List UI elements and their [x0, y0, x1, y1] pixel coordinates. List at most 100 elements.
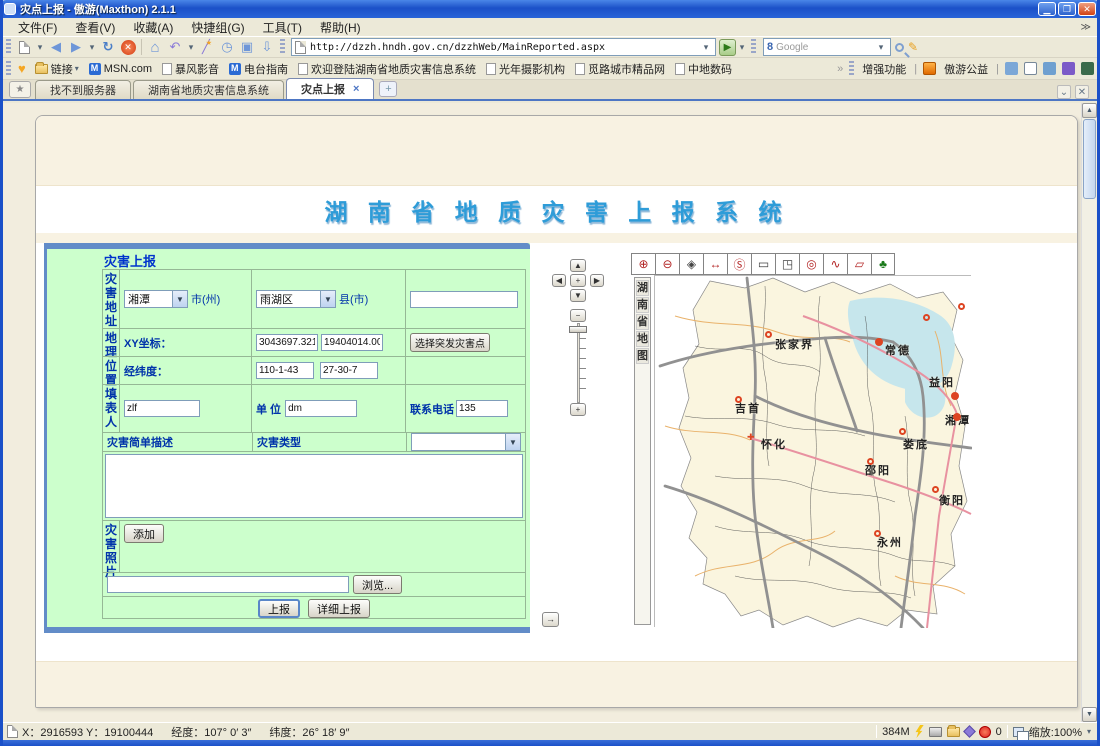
refresh-button[interactable]: ↻: [99, 38, 117, 56]
pan-down-button[interactable]: ▼: [570, 289, 586, 302]
new-page-dropdown[interactable]: ▾: [35, 38, 45, 56]
search-icon[interactable]: [895, 43, 904, 52]
zoom-box-tool[interactable]: ◎: [799, 253, 823, 275]
page-scrollbar[interactable]: ▲ ▼: [1081, 103, 1096, 722]
menu-item[interactable]: 帮助(H): [311, 18, 370, 37]
browser-tab[interactable]: 找不到服务器: [35, 80, 131, 99]
plugins-grip[interactable]: [849, 61, 854, 77]
bookmark-item[interactable]: 觅路城市精品网: [570, 60, 670, 78]
map-layer-strip[interactable]: 湖南省地图: [634, 277, 651, 625]
add-photo-button[interactable]: 添加: [124, 524, 164, 543]
county-select[interactable]: 雨湖区 ▼: [256, 290, 336, 308]
tab-list-icon[interactable]: ⌄: [1057, 85, 1071, 99]
zoom-dropdown-icon[interactable]: ▾: [1087, 727, 1091, 736]
go-button[interactable]: ▶: [719, 39, 736, 56]
zoom-out-tool[interactable]: ⊖: [655, 253, 679, 275]
history-dropdown[interactable]: ▾: [87, 38, 97, 56]
measure-tool[interactable]: ↔: [703, 253, 727, 275]
new-page-button[interactable]: [15, 38, 33, 56]
menu-item[interactable]: 快捷组(G): [182, 18, 253, 37]
hunan-map[interactable]: 张家界常德益阳吉首怀化娄底邵阳衡阳湘潭永州: [654, 275, 971, 627]
downloads-folder-icon[interactable]: [947, 727, 960, 737]
enhance-menu[interactable]: 增强功能: [857, 60, 911, 78]
zoom-in-tool[interactable]: ⊕: [631, 253, 655, 275]
toolbar-grip2[interactable]: [280, 39, 285, 55]
capture-button[interactable]: ▣: [238, 38, 256, 56]
draw-line-tool[interactable]: ∿: [823, 253, 847, 275]
scroll-down-icon[interactable]: ▼: [1082, 707, 1097, 722]
menu-overflow-chevron[interactable]: ≫: [1081, 22, 1097, 33]
toolbar-grip[interactable]: [6, 39, 11, 55]
printer-icon[interactable]: [929, 727, 942, 737]
tab-close-icon[interactable]: ×: [353, 83, 359, 95]
bookmark-item[interactable]: 电台指南: [224, 60, 293, 78]
charity-icon[interactable]: [923, 62, 936, 75]
pan-left-button[interactable]: ◀: [552, 274, 566, 287]
boost-icon[interactable]: [915, 725, 924, 738]
restore-button[interactable]: ❐: [1058, 2, 1076, 16]
detail-submit-button[interactable]: 详细上报: [308, 599, 370, 618]
bookmark-item[interactable]: 光年摄影机构: [481, 60, 570, 78]
address-detail-input[interactable]: [410, 291, 518, 308]
highlight-icon[interactable]: ✎: [908, 40, 918, 54]
description-textarea[interactable]: [105, 454, 523, 518]
toolbar-grip3[interactable]: [751, 39, 756, 55]
scrollbar-thumb[interactable]: [1083, 119, 1096, 199]
file-path-input[interactable]: [107, 576, 349, 593]
menu-item[interactable]: 收藏(A): [124, 18, 182, 37]
plugin-icon[interactable]: [963, 725, 976, 738]
pan-right-button[interactable]: ▶: [590, 274, 604, 287]
page-resize-icon[interactable]: [1013, 727, 1024, 737]
unselect-rect-tool[interactable]: ◳: [775, 253, 799, 275]
eagle-eye-tool[interactable]: ◈: [679, 253, 703, 275]
y-coordinate-input[interactable]: [321, 334, 383, 351]
magic-fill-button[interactable]: ╱★: [198, 38, 216, 56]
download-button[interactable]: ⇩: [258, 38, 276, 56]
search-box[interactable]: 8 Google ▾: [763, 38, 891, 56]
scroll-up-icon[interactable]: ▲: [1082, 103, 1097, 118]
history-clock-button[interactable]: ◷: [218, 38, 236, 56]
browser-tab[interactable]: 灾点上报 ×: [286, 78, 374, 99]
zoom-slider-track[interactable]: [577, 323, 580, 403]
links-folder[interactable]: 链接 ▾: [30, 60, 84, 78]
zoom-out-step-button[interactable]: −: [570, 309, 586, 322]
pan-center-button[interactable]: +: [570, 274, 586, 287]
address-bar[interactable]: http://dzzh.hndh.gov.cn/dzzhWeb/MainRepo…: [291, 38, 716, 56]
menu-item[interactable]: 查看(V): [66, 18, 124, 37]
bookmark-item[interactable]: 中地数码: [670, 60, 737, 78]
title-bar[interactable]: 灾点上报 - 傲游(Maxthon) 2.1.1 ▁ ❐ ✕: [0, 0, 1100, 18]
panel-collapse-button[interactable]: →: [542, 612, 559, 627]
bookmarks-overflow[interactable]: »: [834, 63, 846, 75]
browser-tab[interactable]: 湖南省地质灾害信息系统: [133, 80, 284, 99]
popup-blocker-icon[interactable]: [979, 726, 991, 738]
zoom-in-step-button[interactable]: +: [570, 403, 586, 416]
url-text[interactable]: http://dzzh.hndh.gov.cn/dzzhWeb/MainRepo…: [310, 42, 700, 53]
menu-item[interactable]: 文件(F): [9, 18, 66, 37]
notes-icon[interactable]: [1043, 62, 1056, 75]
browse-button[interactable]: 浏览...: [353, 575, 402, 594]
x-coordinate-input[interactable]: [256, 334, 318, 351]
v-plugin-icon[interactable]: [1062, 62, 1075, 75]
minimize-button[interactable]: ▁: [1038, 2, 1056, 16]
layer-tree-tool[interactable]: ♣: [871, 253, 895, 275]
bookmarks-grip[interactable]: [6, 61, 11, 77]
undo-dropdown[interactable]: ▾: [186, 38, 196, 56]
eraser-tool[interactable]: ▱: [847, 253, 871, 275]
url-dropdown[interactable]: ▾: [701, 38, 711, 56]
unit-input[interactable]: [285, 400, 357, 417]
home-button[interactable]: ⌂: [146, 38, 164, 56]
undo-button[interactable]: ↶: [166, 38, 184, 56]
bookmark-item[interactable]: 暴风影音: [157, 60, 224, 78]
zoom-control[interactable]: 缩放:100%: [1029, 724, 1082, 740]
city-select[interactable]: 湘潭 ▼: [124, 290, 188, 308]
back-button[interactable]: ◀: [47, 38, 65, 56]
bookmark-item[interactable]: 欢迎登陆湖南省地质灾害信息系统: [293, 60, 481, 78]
charity-link[interactable]: 傲游公益: [939, 60, 993, 78]
bookmark-item[interactable]: MSN.com: [84, 60, 157, 78]
favorites-star-button[interactable]: ★: [9, 81, 31, 98]
menu-item[interactable]: 工具(T): [254, 18, 311, 37]
zoom-slider-handle[interactable]: [569, 326, 587, 333]
search-placeholder[interactable]: Google: [776, 42, 875, 53]
search-engine-dropdown[interactable]: ▾: [876, 38, 886, 56]
proxy-icon[interactable]: [1005, 62, 1018, 75]
